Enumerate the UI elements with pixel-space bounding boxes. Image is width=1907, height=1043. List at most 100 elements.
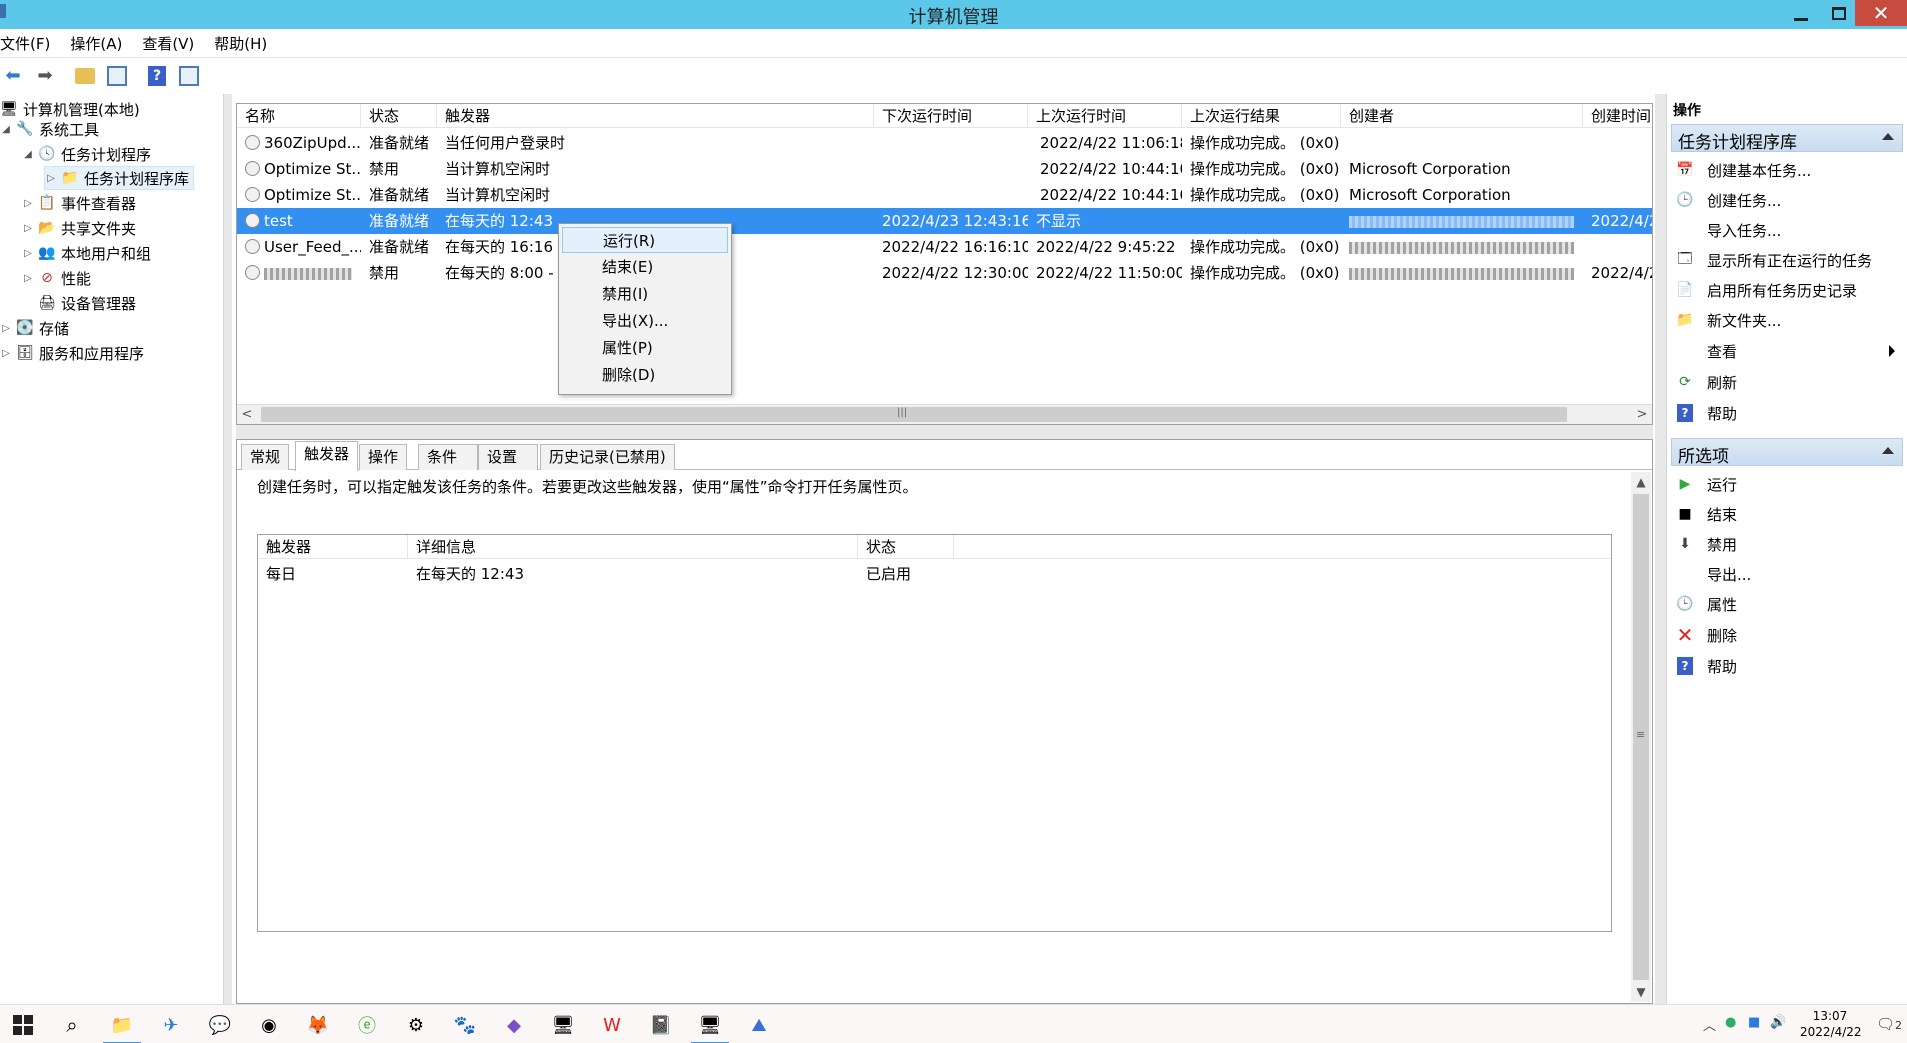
section-header-task-library[interactable]: 任务计划程序库: [1671, 124, 1903, 153]
volume-icon[interactable]: 🔊: [1770, 1015, 1786, 1030]
column-author[interactable]: 创建者: [1341, 104, 1583, 128]
context-end[interactable]: 结束(E): [562, 254, 728, 280]
action-delete[interactable]: ✕ 删除: [1675, 622, 1901, 648]
action-create-basic-task[interactable]: 📅 创建基本任务...: [1675, 157, 1901, 183]
action-properties[interactable]: 🕒 属性: [1675, 591, 1901, 617]
maximize-button[interactable]: [1821, 0, 1857, 26]
remote-desktop-icon[interactable]: 🖥: [550, 1012, 576, 1038]
table-row[interactable]: 360ZipUpd... 准备就绪 当任何用户登录时 2022/4/22 11:…: [237, 130, 1652, 156]
menu-help[interactable]: 帮助(H): [204, 33, 277, 54]
tree-item-event-viewer[interactable]: ▷ 📋 事件查看器: [22, 191, 136, 215]
horizontal-scrollbar[interactable]: < ||| >: [237, 404, 1652, 424]
menu-action[interactable]: 操作(A): [60, 33, 132, 54]
table-row[interactable]: Optimize St... 准备就绪 当计算机空闲时 2022/4/22 10…: [237, 182, 1652, 208]
action-create-task[interactable]: 🕒 创建任务...: [1675, 187, 1901, 213]
visual-studio-icon[interactable]: ◆: [501, 1012, 527, 1038]
expand-arrow-icon[interactable]: ▷: [45, 173, 57, 184]
expand-arrow-icon[interactable]: ▷: [22, 223, 34, 234]
action-help[interactable]: ? 帮助: [1675, 400, 1901, 426]
photos-icon[interactable]: ⛰: [746, 1012, 772, 1038]
tab-actions[interactable]: 操作: [359, 444, 408, 470]
expand-arrow-icon[interactable]: ▷: [22, 198, 34, 209]
tree-item-device-manager[interactable]: 🖨 设备管理器: [22, 291, 136, 315]
context-run[interactable]: 运行(R): [562, 227, 728, 253]
column-status[interactable]: 状态: [858, 535, 954, 559]
context-export[interactable]: 导出(X)...: [562, 308, 728, 334]
search-icon[interactable]: ⌕: [59, 1012, 85, 1038]
tree-item-system-tools[interactable]: ◢ 🔧 系统工具: [0, 117, 99, 141]
feishu-tray-icon[interactable]: ■: [1748, 1015, 1760, 1030]
expand-arrow-icon[interactable]: ▷: [0, 323, 12, 334]
expand-arrow-icon[interactable]: ▷: [22, 273, 34, 284]
tree-item-task-scheduler-library[interactable]: ▷ 📁 任务计划程序库: [44, 166, 195, 190]
pane-splitter[interactable]: [236, 425, 1653, 439]
ie-icon[interactable]: ⓔ: [354, 1012, 380, 1038]
scroll-up-icon[interactable]: ▲: [1631, 472, 1651, 492]
column-last-result[interactable]: 上次运行结果: [1182, 104, 1341, 128]
column-next-run[interactable]: 下次运行时间: [874, 104, 1028, 128]
column-created[interactable]: 创建时间: [1583, 104, 1652, 128]
forward-icon[interactable]: ➡: [32, 63, 58, 89]
tree-splitter[interactable]: [224, 94, 232, 1004]
section-header-selected-item[interactable]: 所选项: [1671, 438, 1903, 467]
tree-item-storage[interactable]: ▷ 💽 存储: [0, 316, 69, 340]
wechat-icon[interactable]: 💬: [207, 1012, 233, 1038]
file-explorer-icon[interactable]: 📁: [103, 1012, 141, 1043]
column-last-run[interactable]: 上次运行时间: [1028, 104, 1182, 128]
notification-icon[interactable]: 🗨2: [1876, 1015, 1902, 1033]
tree-item-services-apps[interactable]: ▷ 🗄 服务和应用程序: [0, 341, 144, 365]
column-status[interactable]: 状态: [361, 104, 437, 128]
vertical-scrollbar[interactable]: ▲ ≡ ▼: [1631, 472, 1651, 1002]
menu-view[interactable]: 查看(V): [132, 33, 204, 54]
firefox-icon[interactable]: 🦊: [305, 1012, 331, 1038]
action-new-folder[interactable]: 📁 新文件夹...: [1675, 307, 1901, 333]
tab-general[interactable]: 常规: [241, 444, 290, 470]
actions-splitter[interactable]: [1655, 94, 1666, 1004]
tab-settings[interactable]: 设置: [478, 444, 538, 470]
column-name[interactable]: 名称: [237, 104, 361, 128]
back-icon[interactable]: ⬅: [0, 63, 26, 89]
action-import-task[interactable]: 导入任务...: [1675, 217, 1901, 243]
tree-item-performance[interactable]: ▷ ⊘ 性能: [22, 266, 91, 290]
action-export[interactable]: 导出...: [1675, 561, 1901, 587]
collapse-arrow-icon[interactable]: ◢: [0, 124, 12, 135]
collapse-icon[interactable]: [1882, 133, 1894, 140]
wechat-tray-icon[interactable]: ●: [1725, 1015, 1736, 1030]
scroll-thumb[interactable]: [261, 407, 1567, 422]
action-view[interactable]: 查看: [1675, 338, 1901, 364]
minimize-button[interactable]: [1783, 0, 1819, 26]
feishu-icon[interactable]: ✈: [158, 1012, 184, 1038]
table-row[interactable]: Optimize St... 禁用 当计算机空闲时 2022/4/22 10:4…: [237, 156, 1652, 182]
table-row[interactable]: User_Feed_... 准备就绪 在每天的 16:16 - 16:10 时过…: [237, 234, 1652, 260]
system-clock[interactable]: 13:07 2022/4/22: [1800, 1008, 1862, 1040]
tree-item-shared-folders[interactable]: ▷ 📂 共享文件夹: [22, 216, 136, 240]
action-run[interactable]: ▶ 运行: [1675, 471, 1901, 497]
close-button[interactable]: ✕: [1855, 0, 1907, 26]
action-enable-history[interactable]: 📄 启用所有任务历史记录: [1675, 277, 1901, 303]
collapse-arrow-icon[interactable]: ◢: [22, 149, 34, 160]
show-hide-tree-icon[interactable]: [104, 63, 130, 89]
action-end[interactable]: ■ 结束: [1675, 501, 1901, 527]
tree-item-task-scheduler[interactable]: ◢ 🕓 任务计划程序: [22, 142, 151, 166]
column-trigger[interactable]: 触发器: [258, 535, 408, 559]
action-help-selected[interactable]: ? 帮助: [1675, 653, 1901, 679]
tab-history[interactable]: 历史记录(已禁用): [540, 444, 675, 470]
wps-icon[interactable]: W: [599, 1012, 625, 1038]
help-icon[interactable]: ?: [144, 63, 170, 89]
expand-arrow-icon[interactable]: ▷: [22, 248, 34, 259]
context-disable[interactable]: 禁用(I): [562, 281, 728, 307]
action-refresh[interactable]: ⟳ 刷新: [1675, 369, 1901, 395]
tab-triggers[interactable]: 触发器: [295, 441, 359, 471]
context-properties[interactable]: 属性(P): [562, 335, 728, 361]
tab-conditions[interactable]: 条件: [418, 444, 478, 470]
tray-expand-icon[interactable]: ︿: [1703, 1015, 1716, 1034]
start-button[interactable]: [10, 1012, 36, 1038]
menu-file[interactable]: 文件(F): [0, 33, 60, 54]
scroll-left-icon[interactable]: <: [237, 405, 257, 424]
notepad-icon[interactable]: 📓: [648, 1012, 674, 1038]
chrome-icon[interactable]: ◉: [256, 1012, 282, 1038]
context-delete[interactable]: 删除(D): [562, 362, 728, 388]
column-trigger[interactable]: 触发器: [437, 104, 874, 128]
tree-item-local-users-groups[interactable]: ▷ 👥 本地用户和组: [22, 241, 151, 265]
scroll-down-icon[interactable]: ▼: [1631, 982, 1651, 1002]
